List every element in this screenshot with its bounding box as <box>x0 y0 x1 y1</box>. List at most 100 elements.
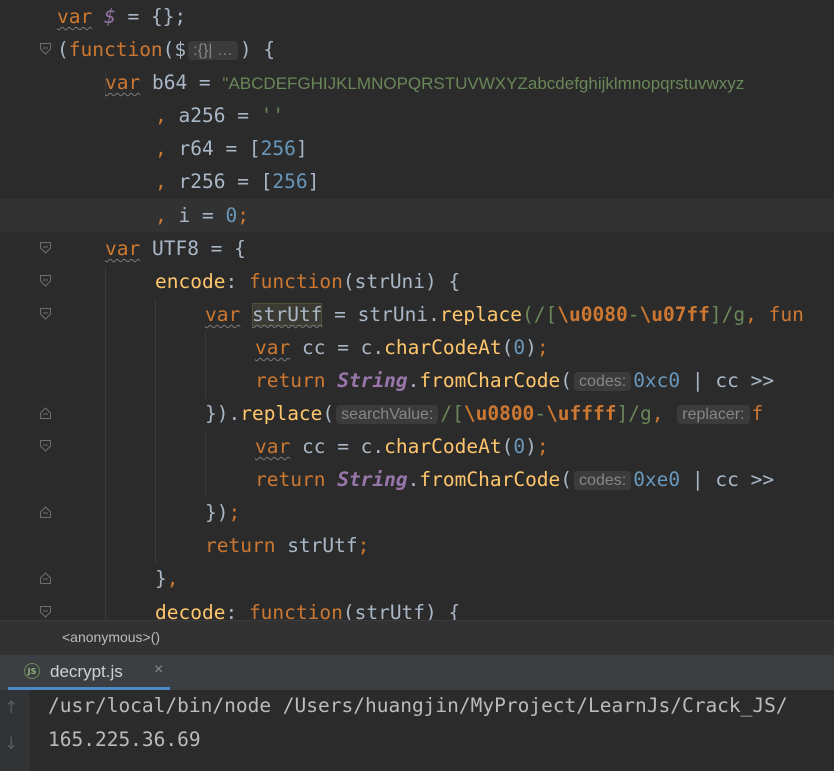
punctuation: , <box>155 137 167 160</box>
code-line: , a256 = '' <box>155 99 284 132</box>
code-text: }). <box>205 402 241 425</box>
code-line: }, <box>155 562 179 595</box>
regex-literal: /[ <box>440 402 464 425</box>
code-text: ] <box>295 137 308 160</box>
code-text: b64 = <box>140 71 223 94</box>
code-text: ) <box>525 435 537 458</box>
js-file-icon: JS <box>24 663 40 679</box>
number-literal: 0 <box>513 336 526 359</box>
code-text: i = <box>166 204 226 227</box>
number-literal: 0xc0 <box>633 369 681 392</box>
run-tab-label: decrypt.js <box>50 662 123 681</box>
regex-literal: ]/g <box>709 303 746 326</box>
class-name: String <box>337 468 408 491</box>
code-text: . <box>407 468 420 491</box>
breadcrumb[interactable]: <anonymous>() <box>0 620 834 655</box>
parameter-hint[interactable]: searchValue: <box>336 405 439 424</box>
code-line: var strUtf = strUni.replace(/[\u0080-\u0… <box>205 298 804 331</box>
code-line: var $ = {}; <box>57 0 186 33</box>
code-line: return String.fromCharCode(codes: 0xc0 | … <box>255 364 774 397</box>
console-output-line: 165.225.36.69 <box>48 728 201 751</box>
number-literal: 256 <box>272 170 308 193</box>
fold-close-icon[interactable] <box>40 407 51 419</box>
code-line: (function($:{}| …) { <box>57 33 275 66</box>
code-line: , i = 0; <box>155 199 249 232</box>
keyword: fun <box>768 303 804 326</box>
code-text: }) <box>205 501 229 524</box>
arrow-down-icon[interactable]: ↓ <box>4 734 18 754</box>
identifier: $ <box>103 5 116 28</box>
fold-open-icon[interactable] <box>40 308 51 320</box>
code-text: cc = c. <box>290 435 385 458</box>
highlighted-variable[interactable]: strUtf <box>251 303 323 326</box>
method-name: replace <box>439 303 523 326</box>
parameter-hint[interactable]: replacer: <box>677 405 750 424</box>
code-text: ] <box>307 170 320 193</box>
fold-open-icon[interactable] <box>40 440 51 452</box>
code-text: : <box>225 270 249 293</box>
number-literal: 0 <box>513 435 526 458</box>
indent-guide <box>155 299 156 563</box>
parameter-hint[interactable]: codes: <box>574 471 632 490</box>
regex-literal: ]/g <box>616 402 652 425</box>
code-line: encode: function(strUni) { <box>155 265 460 298</box>
keyword: function <box>68 38 163 61</box>
code-text: strUtf <box>275 534 358 557</box>
code-text: (strUtf) { <box>342 601 461 620</box>
code-editor[interactable]: var $ = {}; (function($:{}| …) { var b64… <box>0 0 834 620</box>
code-line: return strUtf; <box>205 529 369 562</box>
keyword: function <box>248 270 343 293</box>
parameter-hint[interactable]: codes: <box>574 372 632 391</box>
breadcrumb-item[interactable]: <anonymous>() <box>62 629 160 645</box>
keyword: var <box>105 71 141 94</box>
keyword: var <box>57 5 93 28</box>
code-text: UTF8 = { <box>140 237 246 260</box>
code-text: ) <box>525 336 537 359</box>
run-console[interactable]: ↑ ↓ /usr/local/bin/node /Users/huangjin/… <box>0 690 834 771</box>
indent-guide <box>105 266 106 620</box>
punctuation: ; <box>237 204 249 227</box>
property-name: decode <box>155 601 226 620</box>
code-text: (strUni) { <box>342 270 461 293</box>
regex-literal: - <box>534 402 547 425</box>
fold-open-icon[interactable] <box>40 606 51 618</box>
keyword: var <box>255 435 291 458</box>
method-name: charCodeAt <box>384 336 502 359</box>
arrow-up-icon[interactable]: ↑ <box>4 698 18 718</box>
code-text: ( <box>501 435 514 458</box>
close-icon[interactable]: × <box>154 661 163 679</box>
code-line: }).replace(searchValue:/[\u0800-\uffff]/… <box>205 397 763 430</box>
code-text: ( <box>501 336 514 359</box>
run-tab-decrypt[interactable]: JS decrypt.js × <box>8 655 170 690</box>
punctuation: , <box>155 170 167 193</box>
code-text: ( <box>57 38 69 61</box>
fold-close-icon[interactable] <box>40 572 51 584</box>
code-line: var UTF8 = { <box>105 232 246 265</box>
code-text: ( <box>162 38 175 61</box>
punctuation: ; <box>536 336 549 359</box>
fold-open-icon[interactable] <box>40 242 51 254</box>
console-output-line: /usr/local/bin/node /Users/huangjin/MyPr… <box>48 694 788 717</box>
keyword: f <box>751 402 764 425</box>
parameter: $ <box>174 38 187 61</box>
string-literal: '' <box>260 104 285 127</box>
type-hint[interactable]: :{}| … <box>188 41 238 60</box>
fold-close-icon[interactable] <box>40 506 51 518</box>
editor-gutter <box>0 0 56 620</box>
code-text: = {}; <box>115 5 187 28</box>
code-text: | cc >> <box>680 468 775 491</box>
code-text: } <box>155 567 167 590</box>
fold-open-icon[interactable] <box>40 275 51 287</box>
fold-open-icon[interactable] <box>40 43 51 55</box>
number-literal: 0xe0 <box>633 468 681 491</box>
keyword: return <box>205 534 276 557</box>
regex-escape: \uffff <box>546 402 617 425</box>
regex-escape: \u07ff <box>639 303 710 326</box>
code-text: . <box>407 369 420 392</box>
code-text: r256 = [ <box>166 170 273 193</box>
keyword: return <box>255 468 326 491</box>
code-text: a256 = <box>166 104 261 127</box>
regex-escape: \u0800 <box>463 402 535 425</box>
punctuation: , <box>166 567 179 590</box>
code-text: ) { <box>239 38 276 61</box>
